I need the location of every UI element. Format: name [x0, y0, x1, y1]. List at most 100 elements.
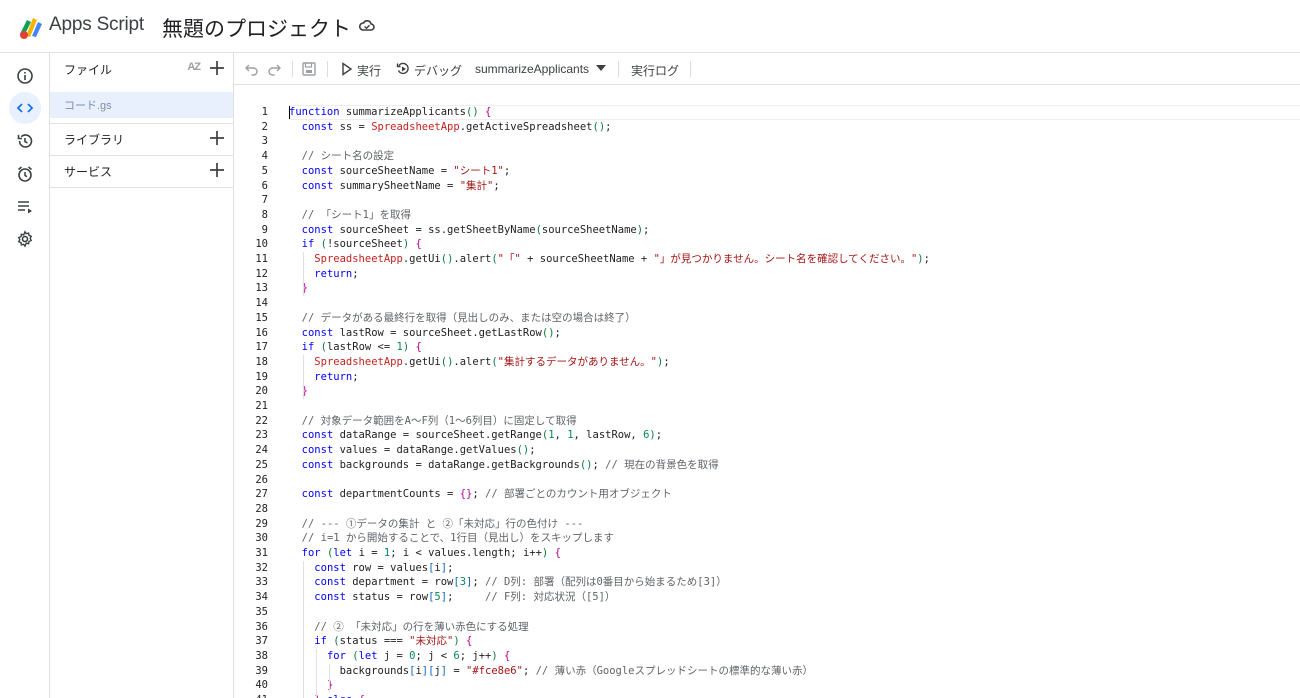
indent-guide — [329, 663, 330, 693]
code-line[interactable]: } — [289, 678, 333, 693]
code-line[interactable]: // 対象データ範囲をA～F列（1～6列目）に固定して取得 — [289, 414, 577, 429]
code-icon — [16, 103, 34, 113]
triggers-button[interactable] — [9, 158, 41, 190]
code-line[interactable]: const backgrounds = dataRange.getBackgro… — [289, 458, 719, 473]
code-line[interactable]: const summarySheetName = "集計"; — [289, 179, 500, 194]
code-line[interactable]: const ss = SpreadsheetApp.getActiveSprea… — [289, 120, 612, 135]
line-number: 10 — [255, 238, 268, 251]
code-line[interactable]: const department = row[3]; // D列: 部署（配列は… — [289, 575, 726, 590]
code-line[interactable]: backgrounds[i][j] = "#fce8e6"; // 薄い赤（Go… — [289, 664, 813, 679]
undo-icon[interactable] — [244, 61, 260, 77]
debug-icon — [396, 62, 409, 75]
code-line[interactable]: return; — [289, 370, 358, 385]
code-line[interactable]: SpreadsheetApp.getUi().alert("「" + sourc… — [289, 252, 930, 267]
line-number: 34 — [255, 591, 268, 604]
line-number: 39 — [255, 664, 268, 677]
code-line[interactable]: // ② 「未対応」の行を薄い赤色にする処理 — [289, 620, 528, 635]
indent-guide — [303, 252, 304, 297]
code-line[interactable]: if (lastRow <= 1) { — [289, 340, 422, 355]
editor-button[interactable] — [9, 92, 41, 124]
line-number: 25 — [255, 458, 268, 471]
code-line[interactable]: } — [289, 384, 308, 399]
line-number-gutter: 1 2 3 4 5 6 7 8 9 10 11 12 13 14 15 16 17 18 19 20 21 22 23 24 2… — [234, 85, 284, 698]
execution-log-button[interactable]: 実行ログ — [631, 62, 679, 79]
apps-script-logo-icon[interactable] — [17, 14, 45, 40]
overview-button[interactable] — [9, 60, 41, 92]
code-line[interactable]: const lastRow = sourceSheet.getLastRow()… — [289, 326, 561, 341]
function-select[interactable]: summarizeApplicants — [475, 62, 589, 76]
line-number: 14 — [255, 297, 268, 310]
run-icon — [342, 62, 353, 76]
code-line[interactable]: } — [289, 281, 308, 296]
services-label: サービス — [64, 164, 113, 179]
toolbar-separator — [618, 61, 619, 77]
code-line[interactable]: } else { — [289, 693, 365, 698]
line-number: 16 — [255, 326, 268, 339]
line-number: 40 — [255, 679, 268, 692]
versions-button[interactable] — [9, 125, 41, 157]
code-line[interactable]: const dataRange = sourceSheet.getRange(1… — [289, 428, 662, 443]
run-button[interactable]: 実行 — [357, 62, 381, 79]
code-line[interactable]: if (status === "未対応") { — [289, 634, 472, 649]
app-header: Apps Script 無題のプロジェクト — [0, 0, 1300, 53]
chevron-down-icon[interactable] — [596, 65, 606, 72]
code-line[interactable]: const values = dataRange.getValues(); — [289, 443, 536, 458]
add-service-icon[interactable] — [208, 161, 226, 179]
code-line[interactable]: if (!sourceSheet) { — [289, 237, 422, 252]
files-label: ファイル — [64, 62, 113, 77]
line-number: 2 — [261, 120, 268, 133]
code-line[interactable]: return; — [289, 267, 358, 282]
code-line[interactable]: function summarizeApplicants() { — [289, 105, 491, 120]
line-number: 9 — [261, 223, 268, 236]
code-line[interactable]: SpreadsheetApp.getUi().alert("集計するデータがあり… — [289, 355, 669, 370]
line-number: 21 — [255, 400, 268, 412]
code-line[interactable]: // シート名の設定 — [289, 149, 394, 164]
settings-button[interactable] — [9, 223, 41, 255]
alarm-icon — [17, 166, 33, 182]
add-file-icon[interactable] — [208, 59, 226, 77]
code-line[interactable]: for (let j = 0; j < 6; j++) { — [289, 649, 510, 664]
code-line[interactable]: const sourceSheet = ss.getSheetByName(so… — [289, 223, 650, 238]
line-number: 3 — [261, 135, 268, 148]
line-number: 28 — [255, 502, 268, 515]
libraries-row: ライブラリ — [50, 123, 234, 155]
app-name[interactable]: Apps Script — [49, 14, 144, 36]
line-number: 35 — [255, 605, 268, 618]
add-library-icon[interactable] — [208, 129, 226, 147]
line-number: 6 — [261, 179, 268, 192]
code-area[interactable]: function summarizeApplicants() { const s… — [289, 85, 1299, 698]
code-line[interactable]: const sourceSheetName = "シート1"; — [289, 164, 511, 179]
line-number: 12 — [255, 267, 268, 280]
sort-az-icon[interactable]: AZ — [187, 61, 201, 73]
redo-icon[interactable] — [266, 61, 282, 77]
line-number: 32 — [255, 561, 268, 574]
history-icon — [17, 134, 33, 148]
line-number: 5 — [261, 164, 268, 177]
line-number: 4 — [261, 150, 268, 163]
files-panel: ファイル AZ コード.gs ライブラリ サービス — [50, 53, 234, 698]
toolbar-separator — [292, 61, 293, 77]
divider — [50, 187, 234, 188]
line-number: 7 — [261, 194, 268, 207]
cloud-saved-icon — [358, 20, 375, 31]
project-title[interactable]: 無題のプロジェクト — [162, 13, 351, 43]
code-line[interactable]: // i=1 から開始することで、1行目（見出し）をスキップします — [289, 531, 614, 546]
line-number: 26 — [255, 473, 268, 486]
line-number: 8 — [261, 208, 268, 221]
line-number: 33 — [255, 576, 268, 589]
code-editor[interactable]: 1 2 3 4 5 6 7 8 9 10 11 12 13 14 15 16 17 18 19 20 21 22 23 24 2… — [234, 85, 1300, 698]
code-line[interactable]: // --- ①データの集計 と ②「未対応」行の色付け --- — [289, 517, 584, 532]
line-number: 1 — [261, 106, 268, 118]
debug-button[interactable]: デバッグ — [414, 62, 462, 79]
executions-button[interactable] — [9, 191, 41, 223]
save-icon[interactable] — [301, 61, 317, 77]
code-line[interactable]: const departmentCounts = {}; // 部署ごとのカウン… — [289, 487, 672, 502]
code-line[interactable]: // 「シート1」を取得 — [289, 208, 411, 223]
editor-toolbar: 実行 デバッグ summarizeApplicants 実行ログ — [234, 53, 1300, 85]
line-number: 17 — [255, 341, 268, 354]
code-line[interactable]: const row = values[i]; — [289, 561, 453, 576]
code-line[interactable]: const status = row[5]; // F列: 対応状況（[5]） — [289, 590, 615, 605]
file-item-code-gs[interactable]: コード.gs — [50, 92, 233, 118]
code-line[interactable]: for (let i = 1; i < values.length; i++) … — [289, 546, 561, 561]
code-line[interactable]: // データがある最終行を取得（見出しのみ、または空の場合は終了） — [289, 311, 636, 326]
